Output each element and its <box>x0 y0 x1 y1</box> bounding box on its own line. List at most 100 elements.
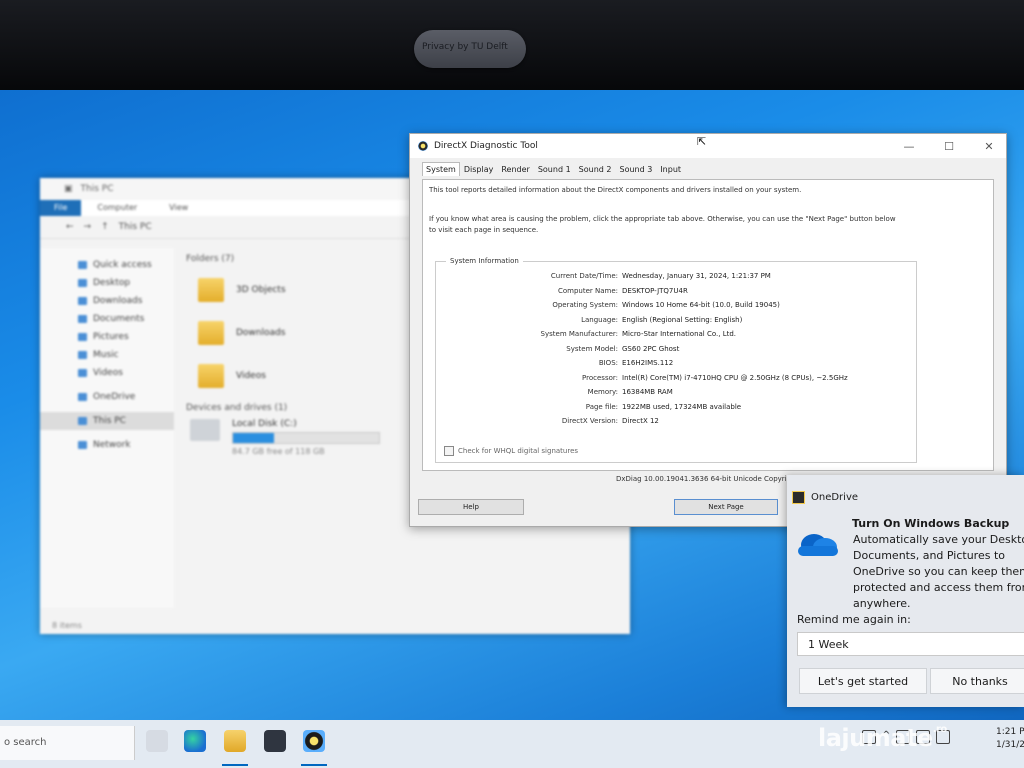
info-row-os: Operating System: Windows 10 Home 64-bit … <box>552 301 780 309</box>
folder-icon <box>198 320 224 345</box>
nav-item-music[interactable]: Music <box>40 346 174 364</box>
info-row-bios: BIOS: E16H2IMS.112 <box>598 359 674 367</box>
tab-display[interactable]: Display <box>460 162 498 176</box>
nav-item-this-pc[interactable]: This PC <box>40 412 174 430</box>
directx-taskbar-icon[interactable] <box>303 730 325 752</box>
folder-icon: ▣ <box>64 184 73 194</box>
close-icon[interactable]: ✕ <box>972 140 1006 153</box>
watermark-logo: lajumate.ro <box>818 724 947 752</box>
taskbar-clock[interactable]: 1:21 PM 1/31/2024 <box>996 726 1024 752</box>
edge-browser-icon[interactable] <box>184 730 206 752</box>
music-icon <box>78 351 87 359</box>
ribbon-tab-view[interactable]: View <box>153 200 204 216</box>
notification-body: Automatically save your Desktop, Documen… <box>853 533 1024 610</box>
info-row-directx-version: DirectX Version: DirectX 12 <box>561 417 659 425</box>
whql-checkbox[interactable]: Check for WHQL digital signatures <box>444 446 578 456</box>
up-arrow-icon[interactable]: ↑ <box>101 222 109 232</box>
tab-sound-1[interactable]: Sound 1 <box>534 162 575 176</box>
explorer-breadcrumb: This PC <box>80 184 114 194</box>
dxdiag-titlebar[interactable]: DirectX Diagnostic Tool — ☐ ✕ <box>410 134 1006 158</box>
dxdiag-window[interactable]: DirectX Diagnostic Tool — ☐ ✕ System Dis… <box>409 133 1007 527</box>
forward-arrow-icon[interactable]: → <box>84 222 92 232</box>
drive-name: Local Disk (C:) <box>232 419 297 429</box>
mail-icon[interactable] <box>264 730 286 752</box>
minimize-icon[interactable]: — <box>892 140 926 153</box>
info-row-model: System Model: GS60 2PC Ghost <box>566 344 680 353</box>
help-button[interactable]: Help <box>418 499 524 515</box>
ribbon-tab-computer[interactable]: Computer <box>81 200 153 216</box>
taskbar-search-box[interactable]: o search <box>0 726 135 760</box>
drive-usage-bar <box>232 432 380 444</box>
tab-sound-2[interactable]: Sound 2 <box>575 162 616 176</box>
file-explorer-icon[interactable] <box>224 730 246 752</box>
webcam-privacy-cover: Privacy by TU Delft <box>414 30 526 68</box>
notification-header: OneDrive <box>792 491 858 504</box>
active-app-indicator <box>222 764 248 766</box>
clock-date: 1/31/2024 <box>996 740 1024 750</box>
tab-render[interactable]: Render <box>497 162 533 176</box>
instructions-text: If you know what area is causing the pro… <box>429 215 896 234</box>
directx-icon <box>418 141 428 151</box>
info-row-datetime: Current Date/Time: Wednesday, January 31,… <box>550 272 771 280</box>
webcam-cover-label: Privacy by TU Delft <box>422 42 508 52</box>
dxdiag-title: DirectX Diagnostic Tool <box>434 141 538 151</box>
remind-interval-select[interactable]: 1 Week <box>797 632 1024 656</box>
nav-item-pictures[interactable]: Pictures <box>40 328 174 346</box>
info-row-computer-name: Computer Name: DESKTOP-JTQ7U4R <box>557 286 688 295</box>
next-page-button[interactable]: Next Page <box>674 499 778 515</box>
explorer-nav-pane: Quick access Desktop Downloads Documents… <box>40 248 174 608</box>
computer-icon <box>78 417 87 425</box>
system-info-title: System Information <box>446 257 523 265</box>
back-arrow-icon[interactable]: ← <box>66 222 74 232</box>
video-icon <box>78 369 87 377</box>
info-row-memory: Memory: 16384MB RAM <box>587 388 673 396</box>
nav-item-desktop[interactable]: Desktop <box>40 274 174 292</box>
nav-item-videos[interactable]: Videos <box>40 364 174 382</box>
folder-icon <box>198 277 224 302</box>
system-info-group: System Information Current Date/Time: Wed… <box>435 257 917 463</box>
ribbon-tab-file[interactable]: File <box>40 200 82 216</box>
document-icon <box>78 315 87 323</box>
tab-system[interactable]: System <box>422 162 460 176</box>
maximize-icon[interactable]: ☐ <box>932 140 966 153</box>
intro-text: This tool reports detailed information a… <box>429 186 802 194</box>
folder-icon <box>198 363 224 388</box>
laptop-bezel: Privacy by TU Delft <box>0 0 1024 96</box>
onedrive-app-icon <box>792 491 805 504</box>
onedrive-notification[interactable]: OneDrive Turn On Windows Backup Automati… <box>787 475 1024 707</box>
checkbox-icon[interactable] <box>444 446 454 456</box>
download-icon <box>78 297 87 305</box>
lets-get-started-button[interactable]: Let's get started <box>799 668 927 694</box>
task-view-icon[interactable] <box>146 730 168 752</box>
no-thanks-button[interactable]: No thanks <box>930 668 1024 694</box>
notification-title: Turn On Windows Backup <box>852 517 1010 530</box>
info-row-manufacturer: System Manufacturer: Micro-Star Internati… <box>540 330 737 338</box>
cloud-icon <box>78 393 87 401</box>
info-row-processor: Processor: Intel(R) Core(TM) i7-4710HQ CP… <box>582 373 848 382</box>
nav-item-documents[interactable]: Documents <box>40 310 174 328</box>
drive-free-space: 84.7 GB free of 118 GB <box>232 447 325 456</box>
desktop: ▣ This PC File Computer View ← → ↑ This … <box>0 90 1024 768</box>
network-icon <box>78 441 87 449</box>
info-row-language: Language: English (Regional Setting: Engl… <box>581 315 743 324</box>
whql-label: Check for WHQL digital signatures <box>458 447 579 455</box>
mouse-cursor-icon: ⇱ <box>697 135 707 148</box>
hard-drive-icon <box>190 419 220 441</box>
address-path[interactable]: This PC <box>119 222 152 232</box>
nav-item-quick-access[interactable]: Quick access <box>40 256 174 274</box>
active-app-indicator <box>301 764 327 766</box>
nav-item-onedrive[interactable]: OneDrive <box>40 388 174 406</box>
explorer-status-bar: 8 items <box>52 621 82 630</box>
tab-input[interactable]: Input <box>656 162 685 176</box>
dxdiag-tabs: System Display Render Sound 1 Sound 2 So… <box>410 162 1006 176</box>
info-row-page-file: Page file: 1922MB used, 17324MB available <box>585 402 742 411</box>
nav-item-downloads[interactable]: Downloads <box>40 292 174 310</box>
cloud-icon <box>798 534 838 556</box>
dxdiag-system-panel: This tool reports detailed information a… <box>422 179 994 471</box>
clock-time: 1:21 PM <box>996 727 1024 737</box>
notification-app-name: OneDrive <box>811 492 859 503</box>
star-icon <box>78 261 87 269</box>
tab-sound-3[interactable]: Sound 3 <box>615 162 656 176</box>
desktop-icon <box>78 279 87 287</box>
nav-item-network[interactable]: Network <box>40 436 174 454</box>
